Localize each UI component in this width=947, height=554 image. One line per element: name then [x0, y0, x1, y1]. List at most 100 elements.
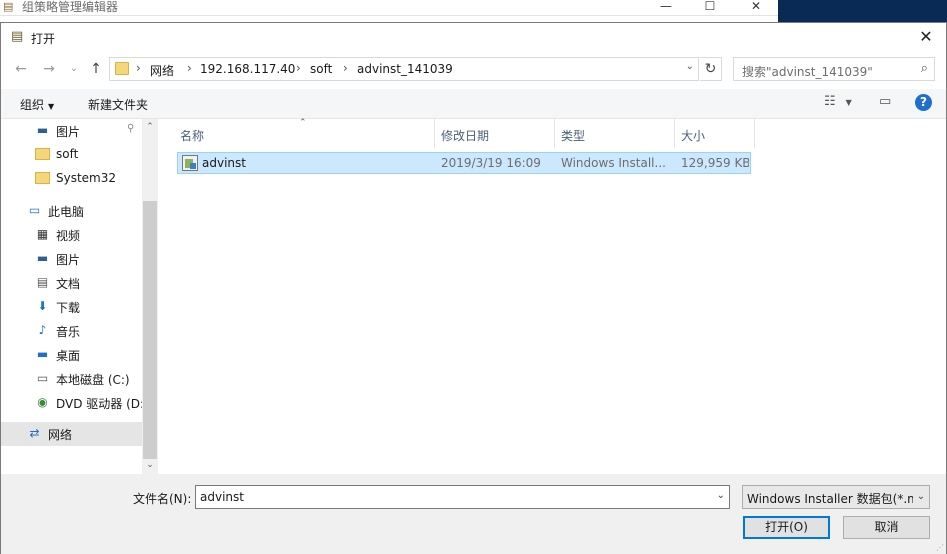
network-icon: ⇄ — [29, 426, 40, 440]
folder-icon — [115, 62, 129, 75]
scroll-down-icon[interactable]: ⌄ — [142, 457, 158, 473]
address-bar[interactable]: › 网络 › 192.168.117.40 › soft › advinst_1… — [109, 57, 699, 81]
sidebar-item-network[interactable]: ⇄ 网络 — [1, 422, 142, 446]
chevron-down-icon[interactable]: ⌄ — [686, 61, 694, 72]
up-arrow-icon[interactable]: ↑ — [86, 59, 106, 79]
breadcrumb-separator: › — [343, 61, 348, 75]
sidebar-item-label: 音乐 — [56, 325, 81, 339]
sidebar-item-label: 网络 — [48, 428, 73, 442]
msi-installer-icon — [182, 155, 198, 171]
sidebar-item-videos[interactable]: ▦ 视频 — [1, 223, 142, 247]
recent-locations-icon[interactable]: ⌄ — [64, 59, 84, 79]
music-icon: ♪ — [38, 323, 47, 337]
sidebar-item-music[interactable]: ♪ 音乐 — [1, 319, 142, 343]
background-window-icon: ▤ — [3, 0, 14, 13]
dialog-icon: ▤ — [11, 29, 24, 44]
preview-pane-icon[interactable]: ▭ — [879, 94, 891, 109]
search-input[interactable]: 搜索"advinst_141039" ⌕ — [733, 57, 935, 81]
pictures-icon: ▬ — [36, 123, 49, 137]
column-header-label: 大小 — [681, 129, 706, 143]
file-row-advinst[interactable]: advinst 2019/3/19 16:09 Windows Install.… — [177, 152, 751, 174]
sidebar-item-label: 桌面 — [56, 349, 81, 363]
pictures-icon: ▬ — [36, 251, 49, 265]
background-desktop-area — [778, 0, 947, 22]
sidebar-item-label: 图片 — [56, 253, 81, 267]
folder-icon — [35, 148, 50, 160]
column-header-label: 修改日期 — [441, 129, 490, 143]
filename-label: 文件名(N): — [133, 492, 192, 506]
chevron-down-icon[interactable]: ⌄ — [717, 490, 725, 501]
breadcrumb-separator: › — [296, 61, 301, 75]
open-file-dialog: ▤ 打开 ✕ ← → ⌄ ↑ › 网络 › 192.168.117.40 › s… — [0, 22, 947, 554]
sidebar-item-label: 此电脑 — [48, 205, 85, 219]
view-glyph: ☷ — [824, 94, 836, 109]
column-header-label: 类型 — [561, 129, 586, 143]
breadcrumb-ip[interactable]: 192.168.117.40 — [200, 62, 295, 76]
dialog-close-button[interactable]: ✕ — [914, 27, 938, 47]
sidebar-item-dvd-drive[interactable]: ◉ DVD 驱动器 (D: — [1, 391, 145, 415]
sidebar-scrollbar[interactable]: ⌃ ⌄ — [142, 119, 158, 475]
organize-menu[interactable]: 组织 ▼ — [20, 96, 54, 113]
sidebar-item-downloads[interactable]: ⬇ 下载 — [1, 295, 142, 319]
back-arrow-icon[interactable]: ← — [11, 59, 31, 79]
filename-value: advinst — [200, 490, 244, 504]
maximize-button[interactable]: ☐ — [690, 0, 730, 14]
toolbar: 组织 ▼ 新建文件夹 ☷ ▼ ▭ ? — [1, 89, 946, 119]
folder-icon — [35, 172, 50, 184]
column-header-size[interactable]: 大小 — [675, 119, 755, 148]
sidebar-item-label: DVD 驱动器 (D: — [56, 397, 145, 411]
refresh-button[interactable]: ↻ — [700, 57, 722, 81]
view-options-icon[interactable]: ☷ ▼ — [824, 94, 852, 109]
chevron-down-icon[interactable]: ⌄ — [913, 486, 929, 508]
dialog-titlebar: ▤ 打开 ✕ — [1, 23, 946, 51]
dvd-icon: ◉ — [37, 395, 48, 409]
sidebar-item-label: 本地磁盘 (C:) — [56, 373, 130, 387]
caret-down-icon: ▼ — [845, 98, 852, 107]
resize-grip-icon[interactable]: ⋰ — [936, 543, 944, 552]
breadcrumb-current-folder[interactable]: advinst_141039 — [357, 62, 453, 76]
search-icon[interactable]: ⌕ — [921, 61, 928, 76]
navigation-pane: ▬ 图片 ⚲ soft System32 ▭ 此电脑 ▦ 视频 ▬ 图片 ▤ 文… — [1, 119, 158, 475]
sidebar-item-system32[interactable]: System32 — [1, 167, 142, 191]
file-date: 2019/3/19 16:09 — [441, 156, 541, 170]
filename-input[interactable]: advinst ⌄ — [195, 485, 730, 509]
caret-down-icon: ▼ — [48, 102, 55, 111]
scrollbar-thumb[interactable] — [143, 201, 157, 459]
forward-arrow-icon[interactable]: → — [39, 59, 59, 79]
filetype-select[interactable]: Windows Installer 数据包(*.m ⌄ — [742, 485, 930, 509]
scroll-up-icon[interactable]: ⌃ — [142, 119, 158, 135]
file-type: Windows Install... — [561, 156, 666, 170]
document-icon: ▤ — [36, 275, 49, 289]
sidebar-item-label: System32 — [56, 171, 117, 185]
column-header-date[interactable]: 修改日期 — [435, 119, 555, 148]
organize-label: 组织 — [20, 98, 45, 112]
download-icon: ⬇ — [37, 299, 48, 313]
sidebar-item-documents[interactable]: ▤ 文档 — [1, 271, 142, 295]
breadcrumb-separator: › — [136, 61, 141, 75]
column-header-type[interactable]: 类型 — [555, 119, 675, 148]
sidebar-item-soft[interactable]: soft — [1, 143, 142, 167]
column-header-label: 名称 — [180, 129, 205, 143]
sidebar-item-label: 下载 — [56, 301, 81, 315]
sidebar-item-this-pc[interactable]: ▭ 此电脑 — [1, 199, 142, 223]
background-window-title: 组策略管理编辑器 — [22, 0, 119, 14]
search-placeholder: 搜索"advinst_141039" — [742, 65, 873, 79]
sidebar-item-pictures-quick[interactable]: ▬ 图片 ⚲ — [1, 119, 142, 143]
sidebar-item-drive-c[interactable]: ▭ 本地磁盘 (C:) — [1, 367, 142, 391]
column-header-name[interactable]: 名称 — [174, 119, 435, 148]
minimize-button[interactable]: — — [646, 0, 686, 14]
open-button[interactable]: 打开(O) — [743, 516, 830, 539]
file-size: 129,959 KB — [681, 156, 749, 170]
help-icon[interactable]: ? — [915, 94, 932, 111]
desktop-icon: ▬ — [36, 347, 49, 361]
breadcrumb-network[interactable]: 网络 — [150, 62, 174, 79]
dialog-title: 打开 — [31, 32, 56, 46]
sidebar-item-desktop[interactable]: ▬ 桌面 — [1, 343, 142, 367]
new-folder-button[interactable]: 新建文件夹 — [88, 96, 148, 113]
sidebar-item-pictures[interactable]: ▬ 图片 — [1, 247, 142, 271]
background-close-button[interactable]: ✕ — [736, 0, 776, 14]
breadcrumb-soft[interactable]: soft — [310, 62, 332, 76]
sidebar-item-label: 文档 — [56, 277, 81, 291]
cancel-button[interactable]: 取消 — [843, 516, 930, 539]
sidebar-item-label: soft — [56, 147, 79, 161]
